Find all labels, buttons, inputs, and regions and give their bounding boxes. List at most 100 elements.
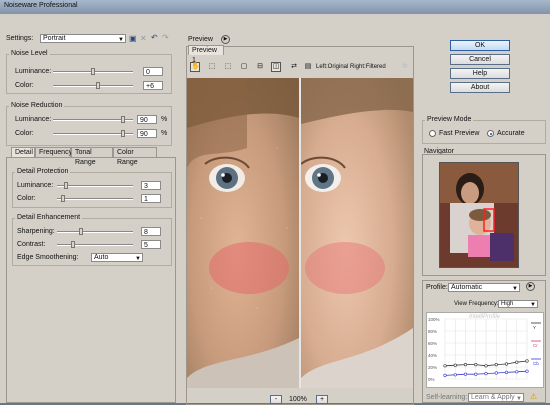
luminance-input[interactable]: 90: [137, 115, 157, 124]
y-series-point[interactable]: [443, 364, 447, 368]
frequency-graph[interactable]: 100% 80% 60% 40% 20% 0% Y Cr Cb IntelliProfile: [426, 312, 544, 388]
color-label: Color:: [17, 195, 36, 202]
luminance-input[interactable]: 3: [141, 181, 161, 190]
tab-preview-1[interactable]: Preview 1: [188, 45, 224, 64]
settings-gear-icon[interactable]: ✲: [402, 62, 408, 70]
marquee-tool-icon[interactable]: ⬚: [207, 62, 217, 72]
detail-protection-group: Detail Protection Luminance: 3 Color: 1: [12, 168, 172, 208]
original-preview-image[interactable]: [187, 78, 299, 388]
contrast-input[interactable]: 5: [141, 240, 161, 249]
cancel-button[interactable]: Cancel: [450, 54, 510, 65]
accurate-label: Accurate: [497, 130, 525, 137]
window-body: Settings: Portrait ▼ ▣ ✕ ↶ ↷ Noise Level …: [0, 14, 550, 405]
view-single-icon[interactable]: ▢: [239, 62, 249, 72]
y-series-point[interactable]: [504, 362, 509, 366]
luminance-slider[interactable]: [53, 68, 133, 76]
y-series-point[interactable]: [463, 362, 468, 367]
layout-icon[interactable]: ▤: [303, 62, 313, 72]
color-label: Color:: [15, 82, 34, 89]
color-label: Color:: [15, 130, 34, 137]
fast-preview-radio[interactable]: [429, 130, 436, 137]
detail-enhancement-group: Detail Enhancement Sharpening: 8 Contras…: [12, 214, 172, 266]
y-tick-label: 60%: [428, 341, 437, 346]
filtered-preview-image[interactable]: [301, 78, 413, 388]
learn-apply-select[interactable]: Learn & Apply ▼: [468, 393, 524, 402]
navigator-thumbnail[interactable]: [439, 162, 519, 268]
y-series-point[interactable]: [515, 360, 519, 364]
luminance-label: Luminance:: [15, 68, 52, 75]
warning-icon: ⚠: [530, 392, 538, 401]
view-split-horizontal-icon[interactable]: ⊟: [255, 62, 265, 72]
y-series-point[interactable]: [484, 364, 488, 368]
contrast-slider[interactable]: [57, 241, 133, 249]
y-series-point[interactable]: [453, 363, 457, 367]
preview-play-icon[interactable]: ▶: [221, 35, 230, 44]
sharpening-slider[interactable]: [57, 228, 133, 236]
group-title: Preview Mode: [425, 116, 474, 123]
preview-mode-group: Preview Mode Fast Preview Accurate: [422, 116, 546, 144]
fast-preview-label: Fast Preview: [439, 130, 480, 137]
percent-label: %: [161, 116, 168, 123]
color-slider[interactable]: [53, 130, 133, 138]
y-tick-label: 0%: [428, 377, 435, 382]
y-tick-label: 100%: [428, 317, 440, 322]
cb-series-point[interactable]: [443, 373, 447, 378]
contrast-label: Contrast:: [17, 241, 46, 248]
graph-watermark: IntelliProfile: [469, 314, 501, 320]
luminance-slider[interactable]: [57, 182, 133, 190]
legend-label: Y: [533, 325, 536, 330]
tab-tonal-range[interactable]: Tonal Range: [71, 147, 113, 166]
y-tick-label: 80%: [428, 329, 437, 334]
cb-series-point[interactable]: [463, 372, 468, 376]
redo-icon[interactable]: ↷: [162, 33, 169, 42]
accurate-radio[interactable]: [487, 130, 494, 137]
color-input[interactable]: +6: [143, 81, 163, 90]
profile-select[interactable]: Automatic ▼: [448, 283, 520, 292]
view-split-vertical-icon[interactable]: ◫: [271, 62, 281, 72]
cb-series-point[interactable]: [453, 373, 457, 377]
help-button[interactable]: Help: [450, 68, 510, 79]
window-title: Noiseware Professional: [4, 2, 78, 9]
settings-panel: Settings: Portrait ▼ ▣ ✕ ↶ ↷ Noise Level …: [2, 30, 178, 405]
save-icon[interactable]: ▣: [129, 34, 137, 43]
swap-icon[interactable]: ⇄: [289, 62, 299, 72]
luminance-label: Luminance:: [15, 116, 52, 123]
cb-series-point[interactable]: [525, 369, 529, 373]
color-slider[interactable]: [57, 195, 133, 203]
title-bar: Noiseware Professional: [0, 0, 550, 14]
legend-label: Cr: [533, 343, 538, 348]
tab-color-range[interactable]: Color Range: [113, 147, 157, 166]
settings-select[interactable]: Portrait ▼: [40, 34, 126, 43]
cb-series-point[interactable]: [504, 370, 509, 375]
cb-series-point[interactable]: [484, 371, 488, 376]
profile-menu-icon[interactable]: ▶: [526, 282, 535, 291]
view-frequency-select[interactable]: High ▼: [498, 300, 538, 308]
color-input[interactable]: 1: [141, 194, 161, 203]
main-window: Noiseware Professional Settings: Portrai…: [0, 0, 550, 405]
hand-tool-icon[interactable]: ✋: [190, 62, 200, 72]
color-input[interactable]: 90: [137, 129, 157, 138]
y-series-point[interactable]: [474, 362, 478, 367]
y-series-point[interactable]: [525, 359, 529, 363]
edge-smoothening-select[interactable]: Auto ▼: [91, 253, 143, 262]
y-series-point[interactable]: [494, 362, 498, 367]
tab-detail[interactable]: Detail: [11, 147, 35, 157]
luminance-slider[interactable]: [53, 116, 133, 124]
preview-title: Preview: [188, 36, 213, 43]
zoom-region-icon[interactable]: ⬚: [223, 62, 233, 72]
color-slider[interactable]: [53, 82, 133, 90]
noise-reduction-group: Noise Reduction Luminance: 90 % Color: 9…: [6, 102, 172, 146]
cb-series-point[interactable]: [494, 371, 498, 375]
ok-button[interactable]: OK: [450, 40, 510, 51]
percent-label: %: [161, 130, 168, 137]
about-button[interactable]: About: [450, 82, 510, 93]
cb-series-point[interactable]: [474, 372, 478, 376]
luminance-input[interactable]: 0: [143, 67, 163, 76]
delete-icon[interactable]: ✕: [140, 34, 147, 43]
undo-icon[interactable]: ↶: [151, 33, 158, 42]
noise-level-group: Noise Level Luminance: 0 Color: +6: [6, 50, 172, 94]
view-frequency-label: View Frequency:: [454, 301, 499, 307]
sharpening-input[interactable]: 8: [141, 227, 161, 236]
cb-series-point[interactable]: [515, 370, 519, 374]
tab-frequency[interactable]: Frequency: [35, 147, 72, 157]
